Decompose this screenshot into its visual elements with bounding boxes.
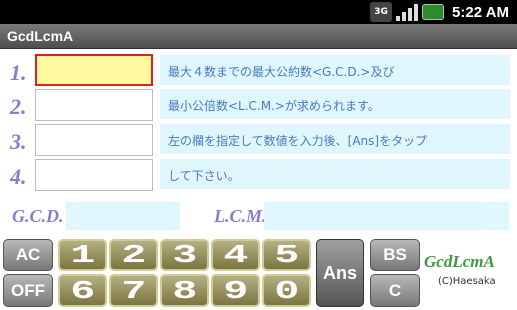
digit-1-button[interactable]: 1 (58, 239, 107, 271)
row-4-label: 4. (10, 164, 27, 189)
digit-6-label: 6 (70, 275, 95, 306)
signal-strength-icon (396, 3, 419, 21)
brand-logo: GcdLcmA (424, 252, 495, 271)
digit-9-button[interactable]: 9 (211, 274, 260, 307)
gcd-label: G.C.D. (12, 206, 64, 226)
digit-7-label: 7 (121, 275, 146, 306)
info-line-1: 最大４数までの最大公約数<G.C.D.>及び (160, 55, 510, 85)
app-title-bar: GcdLcmA (0, 24, 517, 49)
battery-icon (422, 4, 445, 20)
ac-button[interactable]: AC (3, 239, 53, 271)
digit-8-button[interactable]: 8 (160, 274, 209, 307)
digit-5-label: 5 (274, 240, 299, 270)
lcm-result-field (264, 202, 509, 230)
status-time: 5:22 AM (452, 3, 509, 21)
digit-0-button[interactable]: 0 (262, 274, 311, 307)
ans-button[interactable]: Ans (316, 239, 364, 307)
gcd-result-field (66, 202, 180, 230)
number-input-4[interactable] (35, 159, 153, 191)
digit-4-button[interactable]: 4 (211, 239, 260, 271)
status-bar: 3G 5:22 AM (0, 0, 517, 24)
info-line-3: 左の欄を指定して数値を入力後、[Ans]をタップ (160, 124, 510, 154)
number-input-2[interactable] (35, 89, 153, 121)
digit-8-label: 8 (172, 275, 197, 306)
row-1-label: 1. (10, 60, 27, 85)
copyright-text: (C)Haesaka (438, 276, 496, 287)
number-input-1[interactable] (35, 54, 153, 86)
digit-2-label: 2 (121, 240, 146, 270)
number-input-3[interactable] (35, 124, 153, 156)
digit-2-button[interactable]: 2 (109, 239, 158, 271)
app-title: GcdLcmA (7, 28, 74, 44)
digit-1-label: 1 (70, 240, 95, 270)
digit-5-button[interactable]: 5 (262, 239, 311, 271)
info-line-4: して下さい。 (160, 159, 510, 189)
info-line-2: 最小公倍数<L.C.M.>が求められます。 (160, 89, 510, 119)
digit-0-label: 0 (274, 275, 299, 306)
status-icons: 3G 5:22 AM (370, 2, 509, 22)
digit-3-label: 3 (172, 240, 197, 270)
digit-6-button[interactable]: 6 (58, 274, 107, 307)
clear-button[interactable]: C (370, 274, 420, 307)
digit-9-label: 9 (223, 275, 248, 306)
digit-3-button[interactable]: 3 (160, 239, 209, 271)
network-3g-icon: 3G (370, 2, 393, 22)
off-button[interactable]: OFF (3, 274, 53, 307)
lcm-label: L.C.M. (214, 206, 267, 226)
row-2-label: 2. (10, 94, 27, 119)
row-3-label: 3. (10, 129, 27, 154)
digit-7-button[interactable]: 7 (109, 274, 158, 307)
backspace-button[interactable]: BS (370, 239, 420, 271)
digit-4-label: 4 (223, 240, 248, 270)
